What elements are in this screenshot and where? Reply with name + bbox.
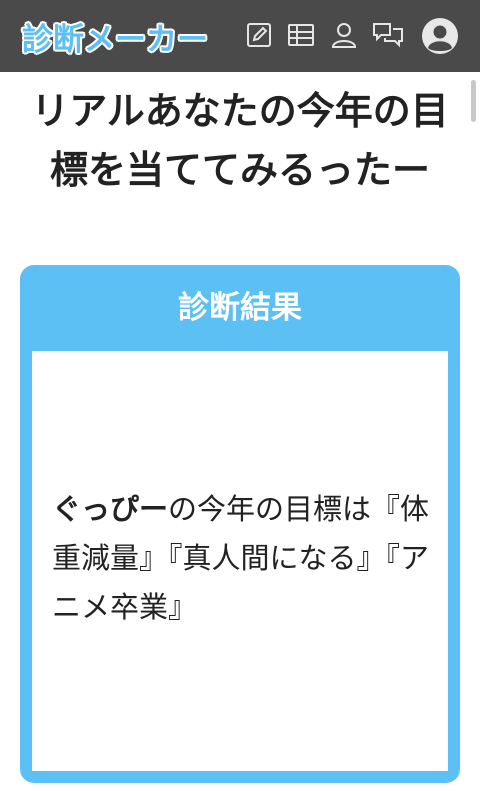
result-user-name: ぐっぴー (52, 492, 169, 526)
avatar-icon[interactable] (421, 17, 459, 55)
edit-icon[interactable] (245, 21, 273, 49)
page-title: リアルあなたの今年の目標を当ててみるったー (31, 89, 449, 192)
site-logo[interactable]: 診断メーカー (22, 14, 208, 59)
result-heading: 診断結果 (178, 290, 302, 326)
table-icon[interactable] (287, 21, 315, 49)
result-body: ぐっぴーの今年の目標は『体重減量』『真人間になる』『アニメ卒業』 (32, 351, 448, 771)
result-card: 診断結果 ぐっぴーの今年の目標は『体重減量』『真人間になる』『アニメ卒業』 (20, 265, 460, 783)
page-scrollbar[interactable] (471, 80, 476, 122)
result-text: ぐっぴーの今年の目標は『体重減量』『真人間になる』『アニメ卒業』 (52, 485, 432, 632)
user-icon[interactable] (330, 21, 358, 49)
chat-icon[interactable] (372, 21, 404, 49)
top-navigation-bar: 診断メーカー (0, 0, 480, 72)
